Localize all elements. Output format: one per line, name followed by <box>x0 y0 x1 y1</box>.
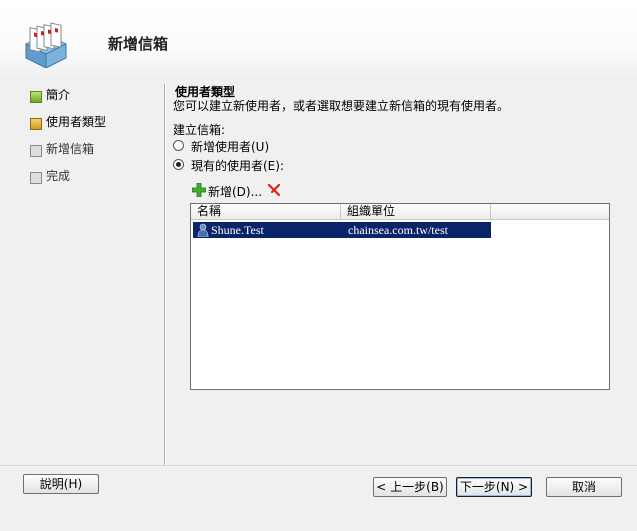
cancel-button[interactable]: 取消 <box>546 477 622 497</box>
wizard-steps: 簡介 使用者類型 新增信箱 完成 <box>30 88 160 196</box>
step-label: 完成 <box>46 169 71 183</box>
step-current-icon <box>30 118 42 130</box>
list-header: 名稱 組織單位 <box>191 204 609 220</box>
nav-divider <box>164 84 166 465</box>
step-label: 使用者類型 <box>46 115 107 129</box>
add-user-label[interactable]: 新增(D)... <box>208 183 262 200</box>
next-button[interactable]: 下一步(N) > <box>456 477 532 497</box>
add-user-button[interactable]: 新增(D)... <box>192 182 264 200</box>
step-complete-icon <box>30 91 42 103</box>
step-pending-icon <box>30 172 42 184</box>
cell-ou: chainsea.com.tw/test <box>348 223 448 237</box>
cell-name: Shune.Test <box>211 223 264 237</box>
step-pending-icon <box>30 145 42 157</box>
step-label: 簡介 <box>46 88 71 102</box>
wizard-title: 新增信箱 <box>108 35 169 53</box>
mailbox-wizard-icon <box>24 22 68 68</box>
plus-icon <box>192 183 206 197</box>
radio-indicator[interactable] <box>173 140 184 151</box>
step-finish: 完成 <box>30 169 160 196</box>
radio-label[interactable]: 現有的使用者(E): <box>191 157 284 174</box>
radio-indicator[interactable] <box>173 159 184 170</box>
users-list[interactable]: 名稱 組織單位 Shune.Test chainsea.com.tw/test <box>190 203 610 390</box>
step-user-type: 使用者類型 <box>30 115 160 142</box>
step-label: 新增信箱 <box>46 142 95 156</box>
section-description: 您可以建立新使用者，或者選取想要建立新信箱的現有使用者。 <box>173 99 510 113</box>
footer-divider <box>0 465 637 466</box>
create-mailbox-label: 建立信箱: <box>173 123 226 137</box>
back-button[interactable]: < 上一步(B) <box>373 477 447 497</box>
radio-label[interactable]: 新增使用者(U) <box>191 138 269 155</box>
table-row[interactable]: Shune.Test chainsea.com.tw/test <box>193 222 491 238</box>
step-new-mailbox: 新增信箱 <box>30 142 160 169</box>
column-header-name[interactable]: 名稱 <box>191 204 341 219</box>
user-icon <box>197 223 209 237</box>
help-button[interactable]: 說明(H) <box>23 474 99 494</box>
column-header-ou[interactable]: 組織單位 <box>341 204 491 219</box>
delete-icon[interactable] <box>267 183 281 197</box>
wizard-header: 新增信箱 <box>0 0 637 78</box>
step-intro: 簡介 <box>30 88 160 115</box>
